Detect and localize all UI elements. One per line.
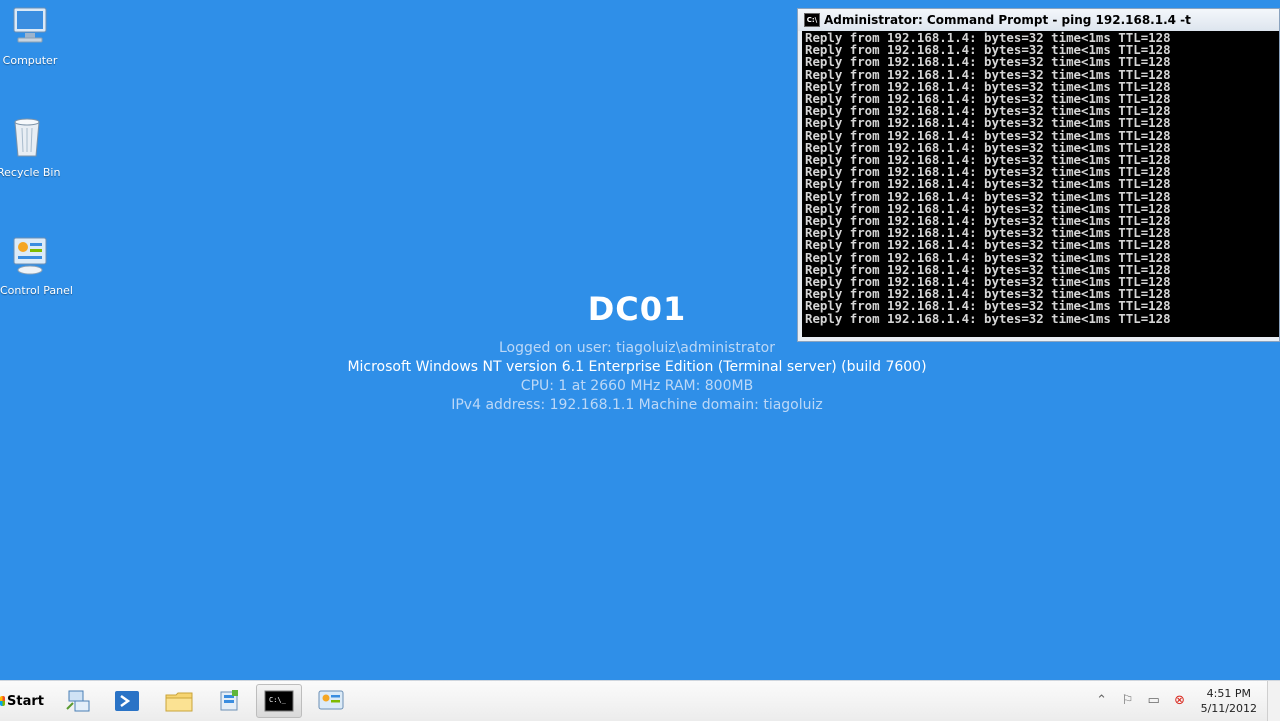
hardware-info: CPU: 1 at 2660 MHz RAM: 800MB <box>520 378 754 394</box>
powershell-icon <box>115 691 139 711</box>
server-manager-icon <box>220 690 238 711</box>
taskbar-control-panel[interactable] <box>308 684 354 718</box>
start-label: Start <box>7 693 44 709</box>
desktop: Computer Recycle Bin Control Panel DC01 … <box>0 0 1280 680</box>
desktop-icon-computer[interactable]: Computer <box>0 4 60 67</box>
os-version: Microsoft Windows NT version 6.1 Enterpr… <box>347 359 927 375</box>
recycle-bin-icon <box>5 116 49 160</box>
console-output[interactable]: Reply from 192.168.1.4: bytes=32 time<1m… <box>802 31 1279 337</box>
system-tray: ⌃ ⚐ ▭ ⊗ 4:51 PM 5/11/2012 <box>1089 681 1280 721</box>
windows-logo-icon <box>0 696 6 706</box>
svg-text:C:\_: C:\_ <box>269 696 287 704</box>
desktop-icon-recycle-bin[interactable]: Recycle Bin <box>0 116 61 179</box>
console-line: Reply from 192.168.1.4: bytes=32 time<1m… <box>805 310 1171 326</box>
show-hidden-icons-chevron-icon[interactable]: ⌃ <box>1094 693 1110 709</box>
network-info: IPv4 address: 192.168.1.1 Machine domain… <box>451 397 823 413</box>
logged-on-user: Logged on user: tiagoluiz\administrator <box>498 340 775 356</box>
action-center-flag-icon[interactable]: ⚐ <box>1120 693 1136 709</box>
start-button[interactable]: Start <box>0 685 44 717</box>
command-prompt-window[interactable]: C:\ Administrator: Command Prompt - ping… <box>797 8 1280 342</box>
taskbar-cmd[interactable]: C:\_ <box>256 684 302 718</box>
computer-icon <box>8 4 52 48</box>
clock[interactable]: 4:51 PM 5/11/2012 <box>1201 686 1257 716</box>
network-error-icon[interactable]: ⊗ <box>1172 693 1188 709</box>
control-panel-icon <box>318 690 344 710</box>
network-icon <box>66 690 90 712</box>
window-title: Administrator: Command Prompt - ping 192… <box>824 13 1191 27</box>
desktop-icon-control-panel[interactable]: Control Panel <box>0 234 73 297</box>
window-titlebar[interactable]: C:\ Administrator: Command Prompt - ping… <box>798 9 1279 31</box>
taskbar-network[interactable] <box>56 684 102 718</box>
taskbar-explorer[interactable] <box>156 684 202 718</box>
cmd-icon: C:\_ <box>264 690 294 712</box>
desktop-icon-label: Recycle Bin <box>0 166 61 179</box>
clock-date: 5/11/2012 <box>1200 702 1257 715</box>
taskbar-server-manager[interactable] <box>206 684 252 718</box>
explorer-icon <box>165 692 193 712</box>
taskbar: Start C:\_ ⌃ ⚐ ▭ ⊗ 4:51 PM 5/11/2012 <box>0 680 1280 721</box>
show-desktop-button[interactable] <box>1267 681 1280 721</box>
network-tray-icon[interactable]: ▭ <box>1146 693 1162 709</box>
taskbar-powershell[interactable] <box>104 684 150 718</box>
cmd-window-icon: C:\ <box>804 13 820 27</box>
desktop-icon-label: Computer <box>2 54 58 67</box>
control-panel-icon <box>8 234 52 278</box>
clock-time: 4:51 PM <box>1206 687 1251 700</box>
